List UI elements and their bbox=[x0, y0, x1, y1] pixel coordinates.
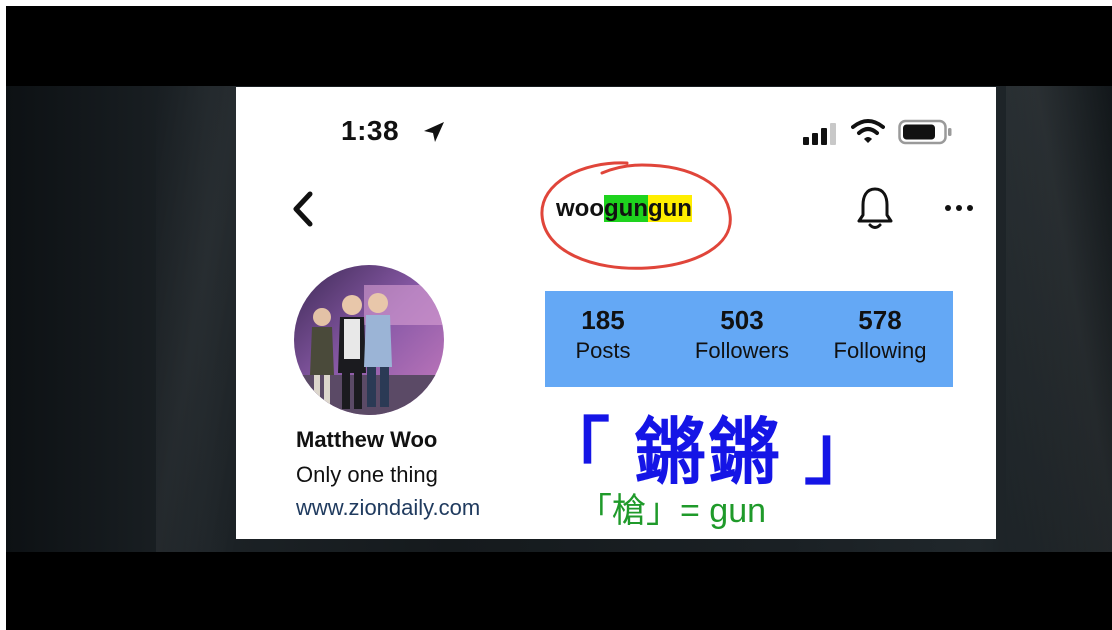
avatar-photo bbox=[294, 265, 444, 415]
following-count: 578 bbox=[858, 305, 902, 335]
posts-count: 185 bbox=[581, 305, 625, 335]
phone-screenshot: 1:38 woogungun 185 Posts 503 Followers 5… bbox=[236, 87, 996, 539]
profile-website-link[interactable]: www.ziondaily.com bbox=[296, 495, 480, 521]
stat-following[interactable]: 578 Following bbox=[821, 305, 939, 364]
status-time: 1:38 bbox=[341, 115, 400, 146]
stat-posts[interactable]: 185 Posts bbox=[559, 305, 647, 364]
profile-stats: 185 Posts 503 Followers 578 Following bbox=[545, 291, 953, 387]
followers-label: Followers bbox=[694, 338, 790, 363]
followers-count: 503 bbox=[720, 305, 764, 335]
following-label: Following bbox=[833, 338, 927, 363]
profile-bio: Only one thing bbox=[296, 462, 438, 487]
wifi-icon bbox=[851, 119, 885, 143]
overlay-sub-caption: 「槍」= gun bbox=[578, 492, 767, 530]
stat-followers[interactable]: 503 Followers bbox=[683, 305, 801, 364]
more-dots-icon[interactable] bbox=[944, 203, 974, 213]
bell-icon[interactable] bbox=[856, 185, 894, 231]
posts-label: Posts bbox=[575, 338, 631, 363]
location-arrow-icon bbox=[424, 122, 444, 142]
back-chevron-icon[interactable] bbox=[288, 189, 318, 229]
background-streak bbox=[156, 86, 236, 552]
background-streak bbox=[1006, 86, 1112, 552]
battery-icon bbox=[898, 119, 952, 145]
profile-avatar[interactable] bbox=[294, 265, 444, 415]
red-circle-annotation bbox=[540, 161, 732, 270]
profile-name: Matthew Woo bbox=[296, 427, 438, 452]
signal-icon bbox=[803, 123, 836, 145]
